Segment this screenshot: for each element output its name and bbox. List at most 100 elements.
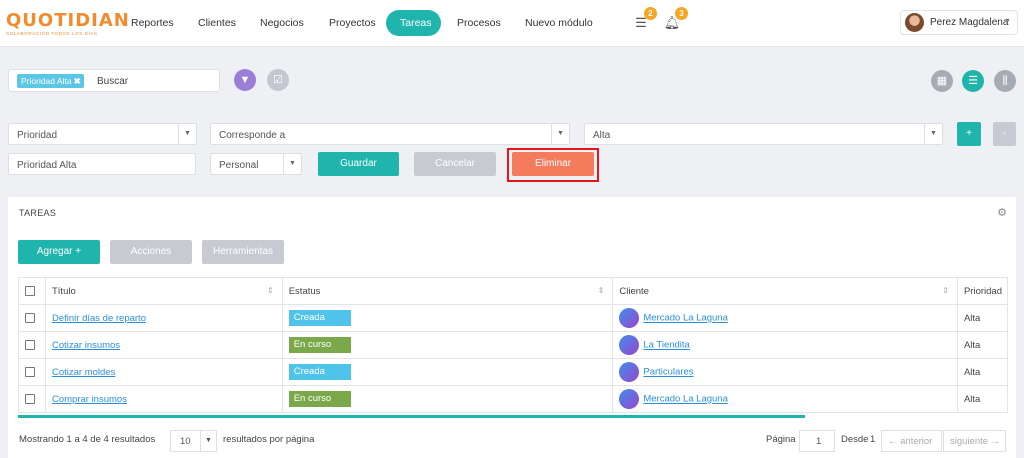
- status-cell: Creada: [281, 304, 614, 332]
- page-size-select[interactable]: 10 ▼: [170, 430, 217, 452]
- select-all-checkbox[interactable]: [25, 285, 35, 296]
- nav-negocios[interactable]: Negocios: [246, 10, 318, 36]
- scope-select[interactable]: Personal ▼: [210, 153, 302, 175]
- operator-select-value: Corresponde a: [219, 130, 286, 141]
- page-size-value: 10: [180, 436, 191, 447]
- task-title-link[interactable]: Definir días de reparto: [52, 313, 146, 324]
- nav-clientes[interactable]: Clientes: [184, 10, 250, 36]
- next-page-button[interactable]: siguiente →: [943, 430, 1006, 452]
- list-view-icon[interactable]: ☰: [962, 70, 984, 92]
- table-row: Definir días de reparto Creada Mercado L…: [18, 304, 1009, 332]
- cancel-button[interactable]: Cancelar: [414, 152, 496, 176]
- chevron-down-icon: ▼: [924, 124, 942, 144]
- nav-nuevo-modulo[interactable]: Nuevo módulo: [511, 10, 607, 36]
- tasks-panel: TAREAS ⚙ Agregar + Acciones Herramientas…: [8, 197, 1016, 458]
- client-link[interactable]: Mercado La Laguna: [643, 394, 728, 405]
- status-cell: En curso: [281, 385, 614, 413]
- task-title-link[interactable]: Cotizar moldes: [52, 367, 115, 378]
- add-condition-button[interactable]: +: [957, 122, 981, 146]
- field-select-value: Prioridad: [17, 130, 58, 141]
- page-label: Página: [766, 434, 796, 445]
- table-header-row: Título ⇕ Estatus ⇕ Cliente ⇕ Prioridad: [18, 277, 1009, 305]
- client-avatar: [619, 335, 640, 355]
- status-badge: En curso: [288, 391, 351, 407]
- avatar: [905, 13, 924, 32]
- horizontal-scrollbar[interactable]: [18, 415, 805, 418]
- column-title-label: Título: [51, 285, 76, 297]
- add-task-button[interactable]: Agregar +: [18, 240, 100, 264]
- top-navbar: QUOTIDIAN COLABORACIÓN TODOS LOS DÍAS Re…: [0, 0, 1024, 47]
- row-checkbox[interactable]: [25, 393, 35, 404]
- client-cell: Mercado La Laguna: [612, 385, 958, 413]
- client-cell: La Tiendita: [612, 331, 958, 359]
- tasks-table: Título ⇕ Estatus ⇕ Cliente ⇕ Prioridad Defi…: [18, 277, 1009, 413]
- actions-button[interactable]: Acciones: [110, 240, 192, 264]
- gear-icon[interactable]: ⚙: [997, 206, 1007, 219]
- nav-proyectos[interactable]: Proyectos: [315, 10, 390, 36]
- task-title-link[interactable]: Comprar insumos: [52, 394, 127, 405]
- row-checkbox[interactable]: [25, 312, 35, 323]
- chevron-down-icon: ▼: [200, 431, 216, 451]
- bell-icon[interactable]: 🔔︎ 3: [662, 7, 688, 33]
- nav-procesos[interactable]: Procesos: [443, 10, 515, 36]
- select-all-cell[interactable]: [18, 277, 46, 305]
- chevron-down-icon: ▼: [551, 124, 569, 144]
- nav-tareas[interactable]: Tareas: [386, 10, 441, 36]
- row-checkbox[interactable]: [25, 339, 35, 350]
- chevron-down-icon: ▼: [283, 154, 301, 174]
- close-icon[interactable]: ✖: [74, 76, 81, 86]
- search-input[interactable]: Prioridad Alta ✖ Buscar: [8, 69, 220, 92]
- client-link[interactable]: Mercado La Laguna: [643, 313, 728, 324]
- user-menu[interactable]: Perez Magdalena ▼: [900, 10, 1018, 35]
- client-link[interactable]: Particulares: [643, 367, 693, 378]
- messages-icon[interactable]: ☰ 2: [631, 7, 657, 33]
- client-avatar: [619, 389, 640, 409]
- nav-reportes[interactable]: Reportes: [117, 10, 188, 36]
- prev-page-button[interactable]: ← anterior: [881, 430, 942, 452]
- status-cell: En curso: [281, 331, 614, 359]
- brand-tagline: COLABORACIÓN TODOS LOS DÍAS: [6, 31, 98, 36]
- column-status-label: Estatus: [288, 285, 321, 297]
- value-select[interactable]: Alta ▼: [584, 123, 943, 145]
- search-placeholder: Buscar: [97, 76, 129, 87]
- priority-cell: Alta: [956, 304, 1009, 332]
- status-badge: Creada: [288, 364, 351, 380]
- column-title[interactable]: Título ⇕: [44, 277, 283, 305]
- checklist-icon[interactable]: ☑: [267, 69, 289, 91]
- sort-icon[interactable]: ⇕: [598, 286, 605, 295]
- tools-button[interactable]: Herramientas: [202, 240, 284, 264]
- column-client-label: Cliente: [619, 285, 649, 297]
- priority-cell: Alta: [956, 358, 1009, 386]
- next-page-label: siguiente →: [950, 436, 1001, 447]
- task-title-link[interactable]: Cotizar insumos: [52, 340, 120, 351]
- client-link[interactable]: La Tiendita: [643, 340, 689, 351]
- column-priority[interactable]: Prioridad: [956, 277, 1009, 305]
- column-status[interactable]: Estatus ⇕: [281, 277, 614, 305]
- panel-title: TAREAS: [19, 208, 57, 218]
- row-select-cell: [18, 385, 46, 413]
- brand-logo[interactable]: QUOTIDIAN COLABORACIÓN TODOS LOS DÍAS: [6, 12, 130, 37]
- filter-chip[interactable]: Prioridad Alta ✖: [17, 74, 84, 88]
- client-avatar: [619, 308, 640, 328]
- sort-icon[interactable]: ⇕: [942, 286, 949, 295]
- sort-icon[interactable]: ⇕: [267, 286, 274, 295]
- alerts-badge: 3: [675, 7, 688, 20]
- filter-icon[interactable]: ▼: [234, 69, 256, 91]
- results-summary: Mostrando 1 a 4 de 4 resultados: [19, 434, 156, 445]
- status-badge: Creada: [288, 310, 351, 326]
- client-cell: Particulares: [612, 358, 958, 386]
- row-select-cell: [18, 304, 46, 332]
- row-checkbox[interactable]: [25, 366, 35, 377]
- calendar-view-icon[interactable]: ▦: [931, 70, 953, 92]
- from-label: Desde: [841, 434, 869, 445]
- chevron-down-icon: ▼: [1004, 18, 1011, 25]
- save-button[interactable]: Guardar: [318, 152, 399, 176]
- column-client[interactable]: Cliente ⇕: [612, 277, 958, 305]
- field-select[interactable]: Prioridad ▼: [8, 123, 197, 145]
- filter-name-field[interactable]: Prioridad Alta: [8, 153, 196, 175]
- operator-select[interactable]: Corresponde a ▼: [210, 123, 570, 145]
- title-cell: Comprar insumos: [44, 385, 283, 413]
- columns-view-icon[interactable]: ⫼: [994, 70, 1016, 92]
- page-number-input[interactable]: 1: [799, 430, 835, 452]
- remove-condition-button[interactable]: -: [993, 122, 1016, 146]
